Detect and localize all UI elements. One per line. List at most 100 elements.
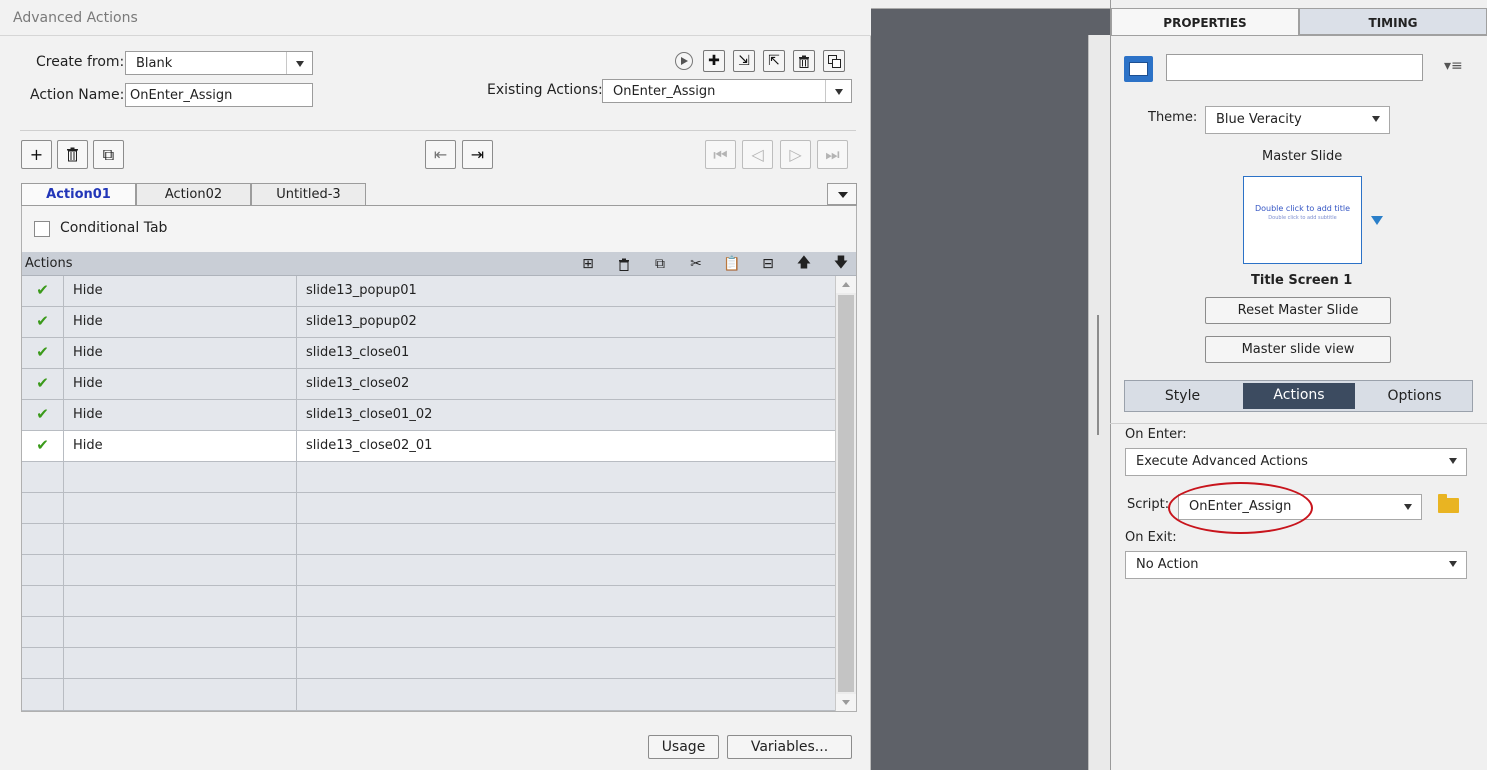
check-icon: ✔ [22, 431, 64, 462]
target-cell[interactable]: slide13_close01 [297, 338, 835, 369]
next-button[interactable]: ▷ [780, 140, 811, 169]
master-slide-view-button[interactable]: Master slide view [1205, 336, 1391, 363]
previous-button[interactable]: ◁ [742, 140, 773, 169]
table-row[interactable]: ✔ Hide slide13_close01 [22, 338, 835, 369]
table-row-empty[interactable] [22, 648, 835, 679]
tab-action01[interactable]: Action01 [21, 183, 136, 205]
action-cell[interactable]: Hide [64, 338, 297, 369]
table-row[interactable]: ✔ Hide slide13_popup01 [22, 276, 835, 307]
action-cell[interactable]: Hide [64, 307, 297, 338]
chevron-down-icon [286, 52, 312, 74]
table-row-empty[interactable] [22, 586, 835, 617]
tab-action02[interactable]: Action02 [136, 183, 251, 205]
existing-actions-label: Existing Actions: [487, 82, 603, 98]
existing-actions-select[interactable]: OnEnter_Assign [602, 79, 852, 103]
action-cell[interactable]: Hide [64, 400, 297, 431]
scroll-down-icon[interactable] [836, 694, 856, 711]
master-slide-thumbnail[interactable]: Double click to add title Double click t… [1243, 176, 1362, 264]
scroll-up-icon[interactable] [836, 276, 856, 293]
copy-icon[interactable]: ⧉ [649, 254, 671, 274]
target-cell[interactable]: slide13_popup01 [297, 276, 835, 307]
create-from-select[interactable]: Blank [125, 51, 313, 75]
conditional-tab-checkbox[interactable] [34, 221, 50, 237]
create-from-value: Blank [136, 56, 173, 71]
on-exit-value: No Action [1136, 557, 1199, 572]
actions-scrollbar[interactable] [835, 276, 856, 711]
action-cell[interactable]: Hide [64, 369, 297, 400]
insert-below-icon[interactable]: ⊟ [757, 254, 779, 274]
tab-properties[interactable]: PROPERTIES [1111, 8, 1299, 35]
move-down-icon[interactable]: 🡇 [830, 254, 852, 274]
usage-button[interactable]: Usage [648, 735, 719, 759]
target-cell[interactable]: slide13_close02_01 [297, 431, 835, 462]
table-row-empty[interactable] [22, 524, 835, 555]
tabs-dropdown-button[interactable] [827, 183, 857, 205]
table-row[interactable]: ✔ Hide slide13_close02 [22, 369, 835, 400]
chevron-down-icon [1363, 107, 1389, 129]
check-icon: ✔ [22, 369, 64, 400]
table-row-empty[interactable] [22, 679, 835, 711]
table-row[interactable]: ✔ Hide slide13_popup02 [22, 307, 835, 338]
divider [1110, 423, 1487, 424]
import-action-button[interactable]: ⇲ [733, 50, 755, 72]
paste-icon[interactable]: 📋 [721, 254, 743, 274]
delete-decision-button[interactable] [57, 140, 88, 169]
divider [20, 130, 856, 131]
table-row-empty[interactable] [22, 462, 835, 493]
segment-style[interactable]: Style [1125, 381, 1240, 411]
theme-label: Theme: [1148, 110, 1198, 125]
move-right-button[interactable]: ⇥ [462, 140, 493, 169]
reset-master-slide-button[interactable]: Reset Master Slide [1205, 297, 1391, 324]
table-row-empty[interactable] [22, 493, 835, 524]
duplicate-decision-button[interactable]: ⧉ [93, 140, 124, 169]
action-name-input[interactable]: OnEnter_Assign [125, 83, 313, 107]
action-cell[interactable]: Hide [64, 276, 297, 307]
delete-action-button[interactable] [793, 50, 815, 72]
last-icon: ⏭ [825, 144, 840, 164]
dialog-title-bar[interactable]: Advanced Actions [0, 0, 871, 36]
target-cell[interactable]: slide13_close01_02 [297, 400, 835, 431]
trash-icon [67, 147, 78, 162]
target-cell[interactable]: slide13_popup02 [297, 307, 835, 338]
first-button[interactable]: ⏮ [705, 140, 736, 169]
action-name-value: OnEnter_Assign [130, 88, 233, 103]
on-exit-select[interactable]: No Action [1125, 551, 1467, 579]
preview-icon[interactable] [675, 52, 693, 70]
theme-value: Blue Veracity [1216, 112, 1302, 127]
table-row-empty[interactable] [22, 617, 835, 648]
annotation-circle [1168, 482, 1313, 534]
slide-name-input[interactable] [1166, 54, 1423, 81]
last-button[interactable]: ⏭ [817, 140, 848, 169]
action-cell[interactable]: Hide [64, 431, 297, 462]
table-row-selected[interactable]: ✔ Hide slide13_close02_01 [22, 431, 835, 462]
thumbnail-dropdown-icon[interactable] [1371, 216, 1383, 225]
segment-actions[interactable]: Actions [1243, 383, 1355, 409]
add-action-button[interactable]: ✚ [703, 50, 725, 72]
tab-timing[interactable]: TIMING [1299, 8, 1487, 35]
duplicate-action-button[interactable] [823, 50, 845, 72]
panel-menu-icon[interactable]: ▾≡ [1444, 58, 1463, 74]
export-action-button[interactable]: ⇱ [763, 50, 785, 72]
table-row[interactable]: ✔ Hide slide13_close01_02 [22, 400, 835, 431]
thumbnail-title: Double click to add title [1254, 204, 1351, 213]
scroll-thumb[interactable] [838, 295, 854, 692]
target-cell[interactable]: slide13_close02 [297, 369, 835, 400]
tab-label: Action02 [164, 187, 223, 202]
existing-actions-value: OnEnter_Assign [613, 84, 716, 99]
on-enter-select[interactable]: Execute Advanced Actions [1125, 448, 1467, 476]
scroll-thumb[interactable] [1097, 315, 1099, 435]
move-up-icon[interactable]: 🡅 [793, 254, 815, 274]
variables-button[interactable]: Variables... [727, 735, 852, 759]
tab-untitled-3[interactable]: Untitled-3 [251, 183, 366, 205]
trash-icon[interactable] [613, 254, 635, 274]
segment-options[interactable]: Options [1357, 381, 1472, 411]
insert-row-icon[interactable]: ⊞ [577, 254, 599, 274]
add-decision-button[interactable]: + [21, 140, 52, 169]
theme-select[interactable]: Blue Veracity [1205, 106, 1390, 134]
move-left-button[interactable]: ⇤ [425, 140, 456, 169]
table-row-empty[interactable] [22, 555, 835, 586]
cut-icon[interactable]: ✂ [685, 254, 707, 274]
chevron-down-icon [1440, 552, 1466, 574]
stage-scrollbar[interactable] [1088, 35, 1110, 770]
folder-icon[interactable] [1438, 494, 1459, 513]
